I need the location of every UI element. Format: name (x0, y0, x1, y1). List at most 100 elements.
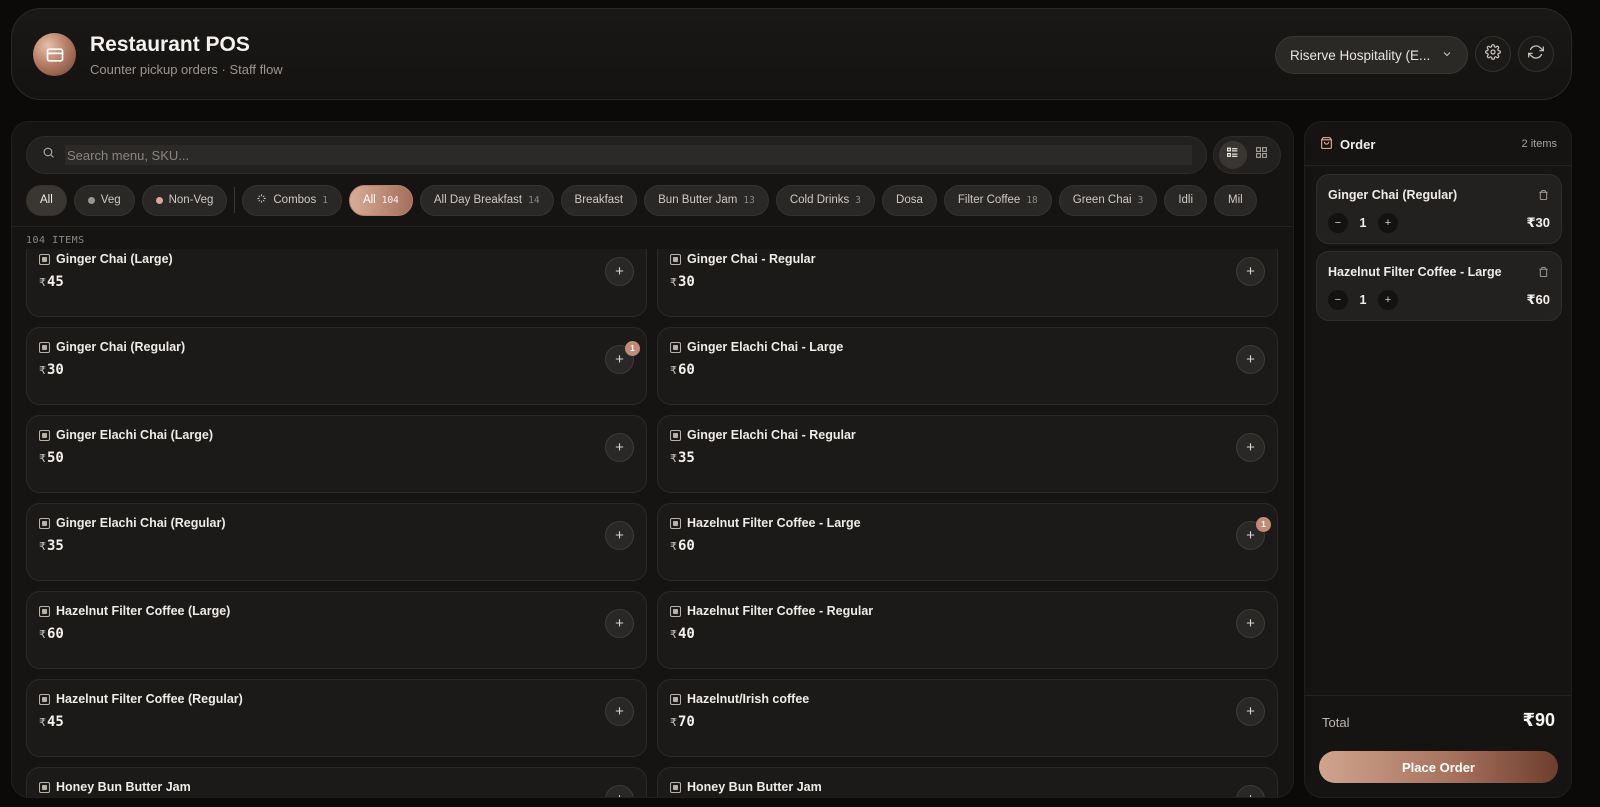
refresh-button[interactable] (1518, 36, 1554, 72)
category-chip[interactable]: Bun Butter Jam 13 (644, 184, 769, 216)
chevron-down-icon (1441, 48, 1453, 63)
menu-item-card[interactable]: Ginger Elachi Chai (Large) ₹50 + (26, 415, 647, 493)
add-item-button[interactable]: + (1236, 257, 1265, 286)
org-select[interactable]: Riserve Hospitality (E... (1275, 36, 1468, 74)
increment-button[interactable]: + (1378, 213, 1398, 233)
menu-item-card[interactable]: Ginger Chai (Regular) ₹30 +1 (26, 327, 647, 405)
order-line-item: Hazelnut Filter Coffee - Large −1 + ₹60 (1316, 251, 1562, 321)
qty-badge: 1 (1256, 517, 1271, 532)
veg-indicator-icon (39, 694, 50, 705)
chip-label: All Day Breakfast (433, 194, 523, 206)
menu-item-card[interactable]: Ginger Chai (Large) ₹45 + (26, 249, 647, 317)
menu-item-card[interactable]: Hazelnut Filter Coffee - Large ₹60 +1 (657, 503, 1278, 581)
menu-item-price: ₹70 (670, 714, 695, 730)
plus-icon: + (1246, 615, 1255, 632)
price-value: 60 (678, 538, 695, 554)
order-item-price: ₹60 (1526, 292, 1550, 307)
decrement-button[interactable]: − (1328, 213, 1348, 233)
chip-count: 18 (1026, 194, 1038, 206)
add-item-button[interactable]: + (605, 521, 634, 550)
category-chip[interactable]: Combos 1 (242, 184, 342, 216)
menu-item-card[interactable]: Hazelnut/Irish coffee ₹70 + (657, 679, 1278, 757)
price-value: 70 (678, 714, 695, 730)
menu-item-price: ₹35 (39, 538, 64, 554)
add-item-button[interactable]: + (605, 257, 634, 286)
menu-item-card[interactable]: Honey Bun Butter Jam + (26, 767, 647, 797)
veg-indicator-icon (39, 518, 50, 529)
grid-view-button[interactable] (1248, 141, 1276, 169)
price-value: 35 (47, 538, 64, 554)
menu-item-card[interactable]: Honey Bun Butter Jam + (657, 767, 1278, 797)
trash-icon[interactable] (1538, 265, 1549, 283)
org-select-label: Riserve Hospitality (E... (1290, 47, 1431, 63)
category-chip[interactable]: Filter Coffee 18 (943, 184, 1052, 216)
category-chip[interactable]: Breakfast (560, 184, 638, 216)
veg-indicator-icon (670, 254, 681, 265)
increment-button[interactable]: + (1378, 290, 1398, 310)
currency-symbol: ₹ (39, 452, 46, 465)
total-label: Total (1322, 715, 1350, 730)
plus-icon: + (1246, 439, 1255, 456)
category-chip[interactable]: All 104 (348, 184, 413, 216)
menu-item-card[interactable]: Ginger Elachi Chai (Regular) ₹35 + (26, 503, 647, 581)
settings-button[interactable] (1475, 36, 1511, 72)
menu-item-card[interactable]: Ginger Chai - Regular ₹30 + (657, 249, 1278, 317)
search-input[interactable] (65, 145, 1192, 165)
price-value: 60 (678, 362, 695, 378)
order-footer-divider (1305, 695, 1571, 696)
divider (12, 226, 1293, 227)
add-item-button[interactable]: + (1236, 433, 1265, 462)
chip-count: 1 (322, 194, 328, 206)
menu-item-card[interactable]: Hazelnut Filter Coffee - Regular ₹40 + (657, 591, 1278, 669)
add-item-button[interactable]: + (1236, 345, 1265, 374)
grid-view-icon (1255, 146, 1268, 164)
order-line-item: Ginger Chai (Regular) −1 + ₹30 (1316, 174, 1562, 244)
chip-label: Veg (100, 194, 121, 206)
category-chip[interactable]: Cold Drinks 3 (775, 184, 876, 216)
place-order-button[interactable]: Place Order (1319, 751, 1558, 783)
app-subtitle: Counter pickup orders · Staff flow (90, 62, 283, 77)
menu-item-card[interactable]: Hazelnut Filter Coffee (Regular) ₹45 + (26, 679, 647, 757)
filter-chip-all[interactable]: All (26, 184, 67, 216)
menu-panel: All Veg Non-Veg Combos 1 All 104 All Day Breakf… (11, 121, 1294, 798)
plus-icon: + (1246, 351, 1255, 368)
menu-item-card[interactable]: Hazelnut Filter Coffee (Large) ₹60 + (26, 591, 647, 669)
list-view-button[interactable] (1218, 141, 1247, 169)
qty-badge: 1 (625, 341, 640, 356)
order-item-count: 2 items (1521, 138, 1557, 150)
filter-chip-nonveg[interactable]: Non-Veg (141, 184, 228, 216)
currency-symbol: ₹ (670, 540, 677, 553)
add-item-button[interactable]: + (1236, 785, 1265, 797)
category-chip[interactable]: Mil (1214, 184, 1257, 216)
chip-label: All (362, 194, 376, 206)
category-chip[interactable]: Green Chai 3 (1058, 184, 1158, 216)
add-item-button[interactable]: + (605, 433, 634, 462)
category-chip[interactable]: Idli (1164, 184, 1208, 216)
category-chip[interactable]: Dosa (882, 184, 937, 216)
items-count: 104 ITEMS (26, 235, 85, 246)
search-bar[interactable] (26, 136, 1207, 174)
add-item-button[interactable]: + (605, 609, 634, 638)
plus-icon: + (615, 351, 624, 368)
plus-icon: + (1246, 792, 1255, 797)
currency-symbol: ₹ (670, 364, 677, 377)
currency-symbol: ₹ (670, 276, 677, 289)
add-item-button[interactable]: + (605, 697, 634, 726)
category-chip[interactable]: All Day Breakfast 14 (419, 184, 554, 216)
add-item-button[interactable]: + (1236, 609, 1265, 638)
menu-item-name: Hazelnut Filter Coffee - Regular (687, 604, 874, 618)
plus-icon: + (615, 703, 624, 720)
menu-item-name: Ginger Chai - Regular (687, 252, 816, 266)
add-item-button[interactable]: + (605, 785, 634, 797)
menu-item-card[interactable]: Ginger Elachi Chai - Large ₹60 + (657, 327, 1278, 405)
filter-chip-veg[interactable]: Veg (73, 184, 135, 216)
currency-symbol: ₹ (39, 628, 46, 641)
menu-item-name: Ginger Elachi Chai (Regular) (56, 516, 226, 530)
chip-label: Green Chai (1072, 194, 1132, 206)
trash-icon[interactable] (1538, 188, 1549, 206)
order-item-price: ₹30 (1526, 215, 1550, 230)
add-item-button[interactable]: + (1236, 697, 1265, 726)
menu-item-card[interactable]: Ginger Elachi Chai - Regular ₹35 + (657, 415, 1278, 493)
decrement-button[interactable]: − (1328, 290, 1348, 310)
menu-item-price: ₹50 (39, 450, 64, 466)
